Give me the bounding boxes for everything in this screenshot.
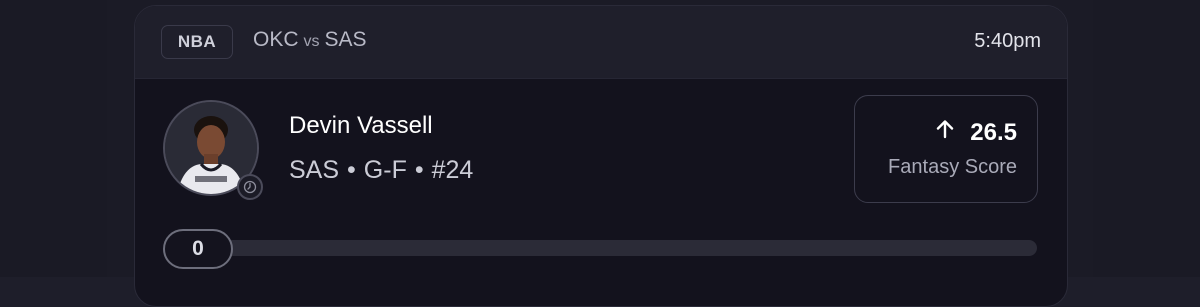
player-team: SAS: [289, 156, 340, 184]
player-name: Devin Vassell: [289, 112, 433, 139]
card-header: NBA OKC vs SAS 5:40pm: [135, 6, 1067, 79]
arrow-up-icon: [934, 118, 956, 147]
player-meta: SAS • G-F • #24: [289, 156, 473, 185]
league-badge: NBA: [161, 25, 233, 59]
vs-label: vs: [303, 33, 320, 50]
player-prop-card[interactable]: NBA OKC vs SAS 5:40pm Devin Vassell SAS …: [134, 5, 1068, 307]
away-team: SAS: [324, 28, 367, 51]
projection-value: 26.5: [970, 118, 1017, 146]
meta-separator: •: [347, 156, 356, 184]
right-margin: [1093, 0, 1200, 277]
projection-value-row: 26.5: [934, 118, 1017, 147]
matchup: OKC vs SAS: [253, 28, 367, 52]
meta-separator: •: [414, 156, 424, 184]
projection-box[interactable]: 26.5 Fantasy Score: [854, 95, 1038, 203]
player-position: G-F: [363, 156, 407, 184]
projection-label: Fantasy Score: [888, 156, 1017, 178]
home-team: OKC: [253, 28, 299, 51]
game-time: 5:40pm: [974, 30, 1041, 52]
player-number: #24: [431, 156, 474, 184]
clock-icon: [237, 174, 263, 200]
left-margin: [0, 0, 107, 277]
progress-track: [165, 240, 1037, 256]
progress-current-value: 0: [163, 229, 233, 269]
